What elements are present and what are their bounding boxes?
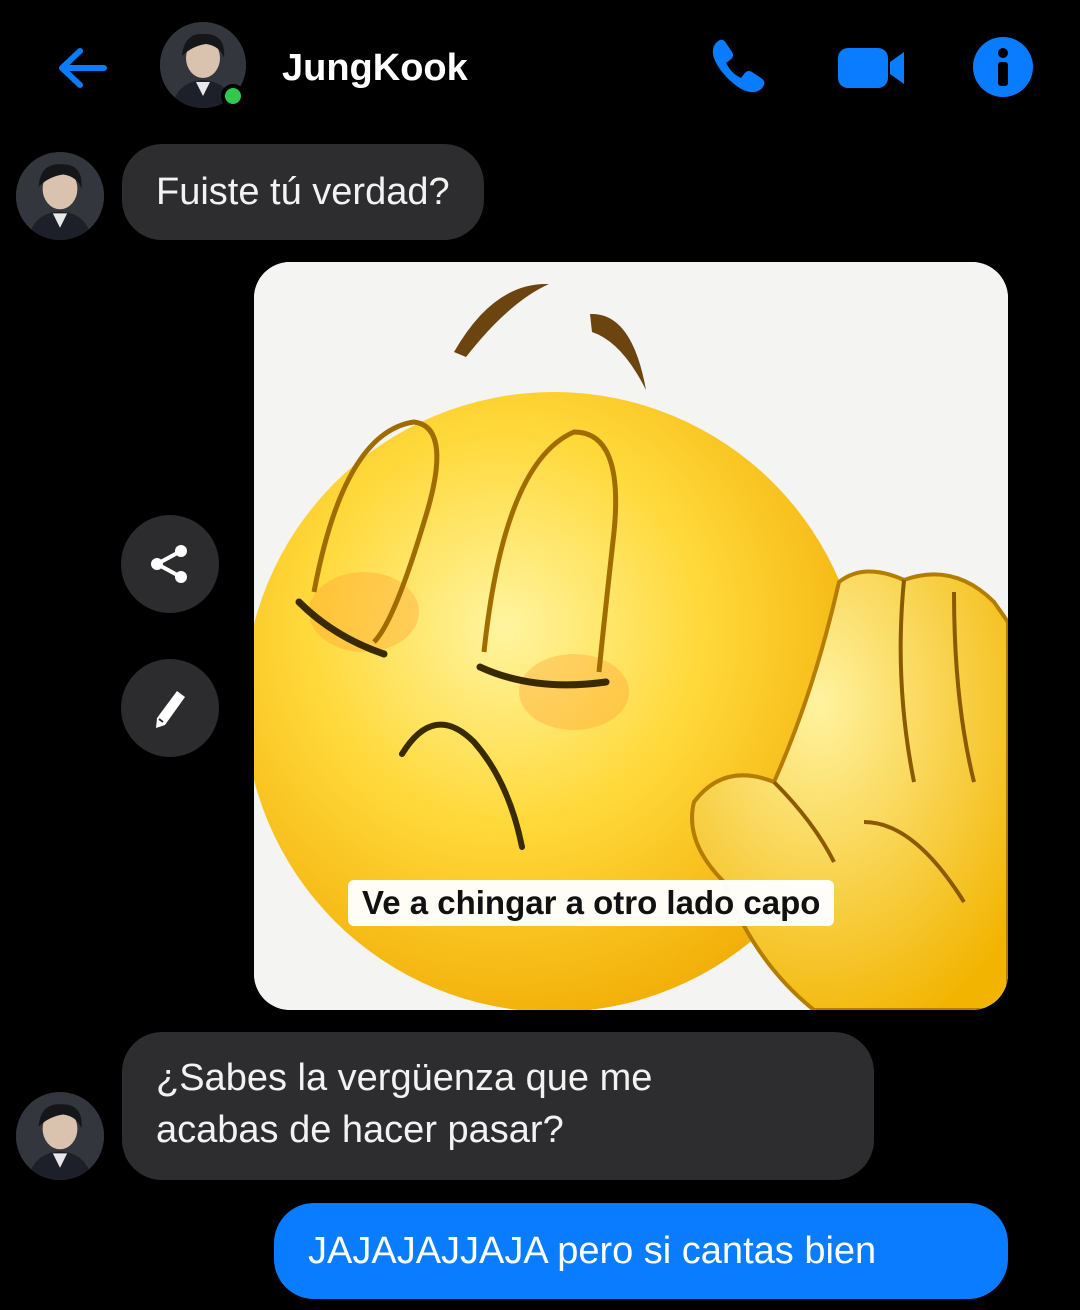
share-button[interactable] bbox=[121, 515, 219, 613]
edit-image-button[interactable] bbox=[121, 659, 219, 757]
back-button[interactable] bbox=[52, 38, 112, 98]
message-text: Fuiste tú verdad? bbox=[156, 171, 450, 213]
image-caption: Ve a chingar a otro lado capo bbox=[348, 880, 835, 926]
sent-image-message[interactable]: Ve a chingar a otro lado capo bbox=[254, 262, 1008, 1010]
video-camera-icon bbox=[838, 48, 904, 88]
info-icon bbox=[973, 37, 1033, 97]
message-bubble-incoming[interactable]: ¿Sabes la vergüenza que me acabas de hac… bbox=[122, 1032, 874, 1180]
video-call-button[interactable] bbox=[836, 40, 908, 96]
message-text-line: acabas de hacer pasar? bbox=[156, 1109, 564, 1151]
message-bubble-outgoing[interactable]: JAJAJAJJAJA pero si cantas bien bbox=[274, 1203, 1008, 1299]
sender-avatar[interactable] bbox=[16, 152, 104, 240]
phone-icon bbox=[712, 39, 765, 93]
back-arrow-icon bbox=[59, 48, 107, 88]
voice-call-button[interactable] bbox=[706, 34, 770, 98]
contact-name[interactable]: JungKook bbox=[282, 44, 468, 92]
avatar-photo bbox=[16, 1092, 104, 1180]
message-text-line: ¿Sabes la vergüenza que me bbox=[156, 1057, 653, 1099]
online-status-dot bbox=[221, 84, 245, 108]
avatar-photo bbox=[16, 152, 104, 240]
share-icon bbox=[151, 545, 187, 583]
message-bubble-incoming[interactable]: Fuiste tú verdad? bbox=[122, 144, 484, 240]
edit-pencil-icon bbox=[156, 691, 185, 728]
sender-avatar[interactable] bbox=[16, 1092, 104, 1180]
message-text: JAJAJAJJAJA pero si cantas bien bbox=[308, 1230, 877, 1272]
info-button[interactable] bbox=[972, 36, 1034, 98]
